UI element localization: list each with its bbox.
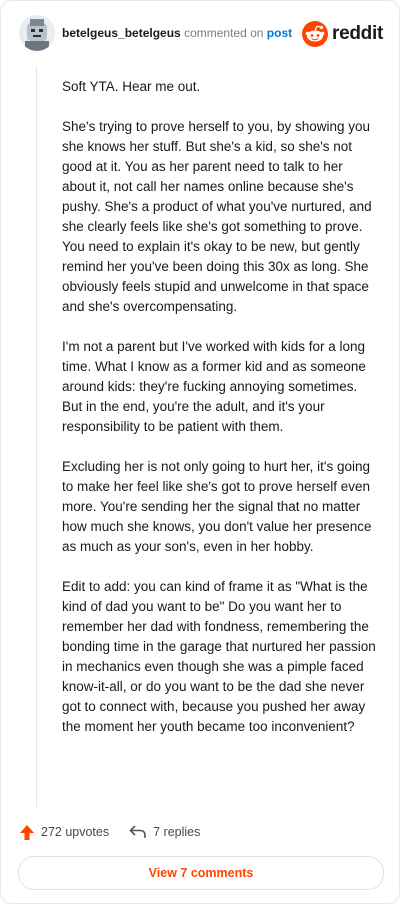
avatar-image	[19, 15, 55, 51]
reddit-snoo-icon	[302, 21, 329, 47]
replies-button[interactable]: 7 replies	[129, 825, 200, 839]
comment-paragraph: Edit to add: you can kind of frame it as…	[62, 579, 376, 734]
comment-paragraph: She's trying to prove herself to you, by…	[62, 119, 372, 314]
comment-header: betelgeus_betelgeus commented on post re…	[19, 15, 385, 55]
avatar[interactable]	[19, 15, 55, 51]
comment-meta: betelgeus_betelgeus commented on post	[62, 26, 292, 40]
reddit-logo[interactable]: reddit	[302, 21, 383, 47]
view-comments-button[interactable]: View 7 comments	[18, 856, 384, 890]
thread-line[interactable]	[36, 67, 37, 807]
comment-actions: 272 upvotes 7 replies	[19, 822, 220, 842]
reply-count: 7 replies	[153, 825, 201, 839]
comment-paragraph: I'm not a parent but I've worked with ki…	[62, 339, 366, 434]
reply-arrow-icon	[129, 825, 146, 838]
comment-body: Soft YTA. Hear me out. She's trying to p…	[62, 77, 380, 757]
comment-card: betelgeus_betelgeus commented on post re…	[0, 0, 400, 904]
upvote-button[interactable]: 272 upvotes	[19, 824, 109, 841]
comment-paragraph: Excluding her is not only going to hurt …	[62, 459, 372, 554]
upvote-arrow-icon	[20, 824, 34, 840]
post-link[interactable]: post	[267, 26, 292, 40]
upvote-count: 272 upvotes	[41, 825, 110, 839]
username[interactable]: betelgeus_betelgeus	[62, 26, 181, 40]
comment-paragraph: Soft YTA. Hear me out.	[62, 79, 201, 94]
brand-wordmark: reddit	[332, 23, 383, 44]
commented-on-text: commented on	[184, 26, 264, 40]
